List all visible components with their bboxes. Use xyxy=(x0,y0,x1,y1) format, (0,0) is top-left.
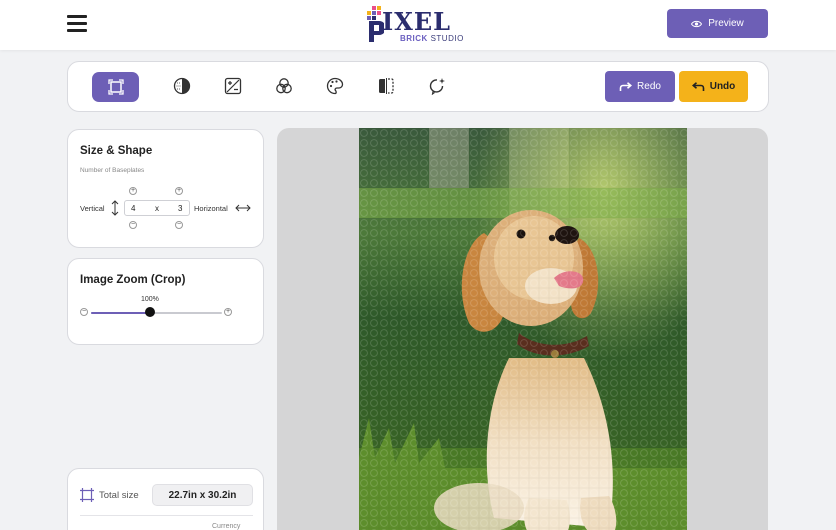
zoom-value-label: 100% xyxy=(141,296,159,303)
editing-toolbar: Redo Undo xyxy=(67,61,769,112)
hamburger-menu-icon[interactable] xyxy=(67,15,87,32)
baseplates-subtitle: Number of Baseplates xyxy=(80,167,145,174)
pixel-brick-studio-logo: IXEL BRICK STUDIO xyxy=(366,5,476,45)
mirror-icon xyxy=(379,78,394,94)
rotate-magic-tool-button[interactable] xyxy=(424,73,450,99)
redo-arrow-icon xyxy=(619,81,633,91)
color-channels-tool-button[interactable] xyxy=(271,73,297,99)
image-zoom-panel: Image Zoom (Crop) 100% − + xyxy=(67,258,264,345)
horizontal-increase-button[interactable]: + xyxy=(175,187,183,195)
brick-mosaic-preview-image[interactable] xyxy=(359,128,687,530)
vertical-label: Vertical xyxy=(80,204,105,213)
total-size-panel: Total size 22.7in x 30.2in Currency xyxy=(67,468,264,530)
zoom-out-button[interactable]: − xyxy=(80,308,88,316)
exposure-tool-button[interactable] xyxy=(220,73,246,99)
total-size-label: Total size xyxy=(99,490,139,501)
zoom-in-button[interactable]: + xyxy=(224,308,232,316)
zoom-slider-track[interactable] xyxy=(91,312,222,314)
app-header: IXEL BRICK STUDIO Preview xyxy=(0,0,836,50)
horizontal-label: Horizontal xyxy=(194,204,228,213)
logo-subtitle: BRICK STUDIO xyxy=(400,34,464,43)
palette-icon xyxy=(326,77,344,95)
logo-wordmark: IXEL xyxy=(382,7,452,36)
horizontal-arrows-icon xyxy=(235,204,251,212)
crop-icon xyxy=(107,79,124,95)
zoom-slider-fill xyxy=(91,312,150,314)
zoom-slider-thumb[interactable] xyxy=(144,307,155,317)
color-channels-icon xyxy=(276,78,292,94)
undo-button-label: Undo xyxy=(709,81,736,92)
preview-button[interactable]: Preview xyxy=(667,9,768,38)
currency-label: Currency xyxy=(212,523,241,530)
size-shape-title: Size & Shape xyxy=(80,145,153,157)
vertical-decrease-button[interactable]: − xyxy=(129,221,137,229)
eye-icon xyxy=(691,20,703,27)
undo-button[interactable]: Undo xyxy=(679,71,748,102)
puppy-photo-image xyxy=(359,128,687,530)
undo-arrow-icon xyxy=(691,81,705,91)
image-canvas xyxy=(277,128,768,530)
horizontal-count-input[interactable]: 3 xyxy=(178,204,182,213)
vertical-increase-button[interactable]: + xyxy=(129,187,137,195)
total-size-value: 22.7in x 30.2in xyxy=(152,484,253,506)
dimension-separator: x xyxy=(155,204,159,213)
contrast-icon xyxy=(173,77,191,95)
redo-button-label: Redo xyxy=(637,81,661,92)
contrast-tool-button[interactable] xyxy=(169,73,195,99)
vertical-count-input[interactable]: 4 xyxy=(131,204,135,213)
exposure-icon xyxy=(224,77,242,95)
rotate-magic-icon xyxy=(429,78,445,95)
horizontal-decrease-button[interactable]: − xyxy=(175,221,183,229)
mirror-tool-button[interactable] xyxy=(373,73,399,99)
baseplate-dimensions-field: 4 x 3 xyxy=(124,200,190,216)
crop-tool-button[interactable] xyxy=(92,72,139,102)
total-divider xyxy=(80,515,253,516)
palette-tool-button[interactable] xyxy=(322,73,348,99)
redo-button[interactable]: Redo xyxy=(605,71,675,102)
vertical-arrows-icon xyxy=(111,200,119,216)
image-zoom-title: Image Zoom (Crop) xyxy=(80,274,186,286)
size-shape-panel: Size & Shape Number of Baseplates + + Ve… xyxy=(67,129,264,248)
dimensions-frame-icon xyxy=(80,488,94,502)
preview-button-label: Preview xyxy=(708,18,744,29)
